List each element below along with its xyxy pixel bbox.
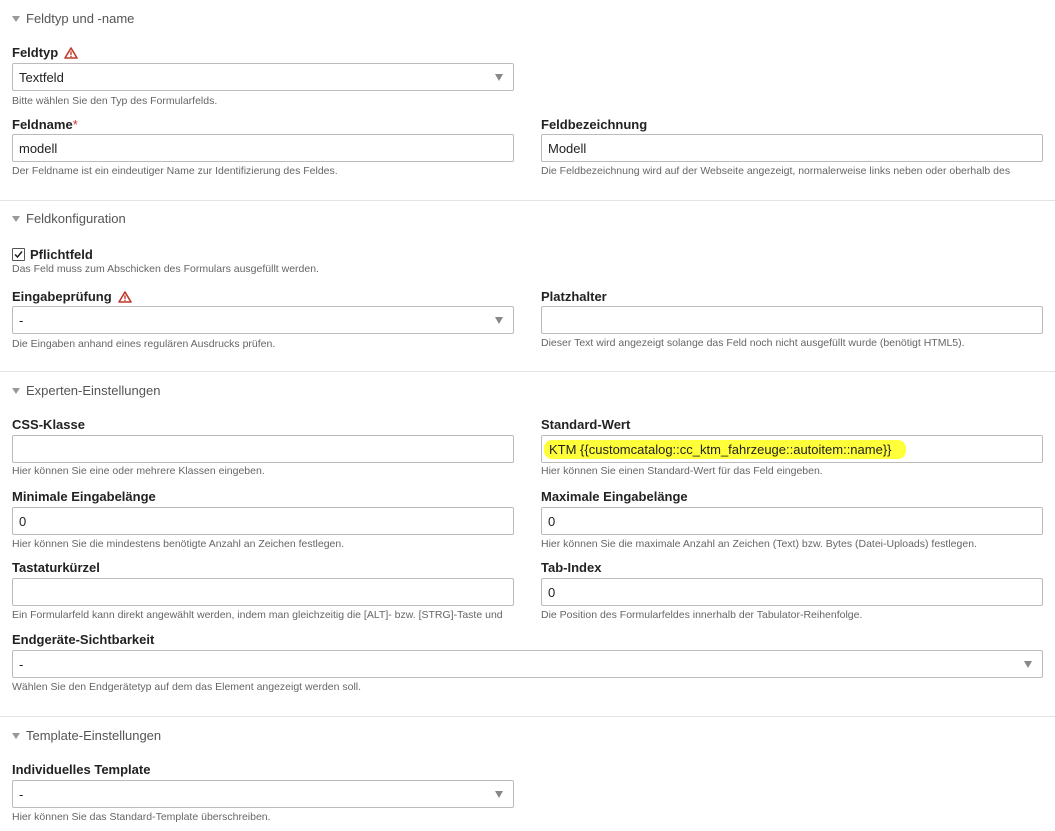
feldname-input[interactable]: modell <box>12 134 514 162</box>
input-value-highlighted: KTM {{customcatalog::cc_ktm_fahrzeuge::a… <box>544 439 906 459</box>
legend-feldkonfiguration[interactable]: Feldkonfiguration <box>11 211 126 226</box>
help-sichtbarkeit: Wählen Sie den Endgerätetyp auf dem das … <box>12 681 362 693</box>
section-title: Feldkonfiguration <box>26 211 126 226</box>
help-min-laenge: Hier können Sie die mindestens benötigte… <box>12 538 345 550</box>
help-eingabepruefung: Die Eingaben anhand eines regulären Ausd… <box>12 338 276 350</box>
warning-triangle-icon <box>64 46 79 59</box>
help-tastaturkuerzel: Ein Formularfeld kann direkt angewählt w… <box>12 609 503 621</box>
select-value: Textfeld <box>19 69 64 85</box>
field-label-feldbezeichnung: Feldbezeichnung <box>541 117 648 132</box>
help-feldbezeichnung: Die Feldbezeichnung wird auf der Webseit… <box>541 165 1011 177</box>
pflichtfeld-checkbox[interactable] <box>12 248 25 261</box>
collapse-arrow-icon <box>12 387 20 394</box>
input-value: Modell <box>548 140 587 156</box>
help-tab-index: Die Position des Formularfeldes innerhal… <box>541 609 863 621</box>
input-value: 0 <box>548 513 556 529</box>
input-value: modell <box>19 140 58 156</box>
warning-triangle-icon <box>117 290 132 303</box>
tastaturkuerzel-input[interactable] <box>12 578 514 606</box>
field-label-feldname: Feldname * <box>12 117 78 132</box>
field-label-tastaturkuerzel: Tastaturkürzel <box>12 560 100 575</box>
field-label-max-laenge: Maximale Eingabelänge <box>541 489 688 504</box>
collapse-arrow-icon <box>12 15 20 22</box>
chevron-down-icon <box>495 316 503 324</box>
chevron-down-icon <box>495 73 503 81</box>
section-divider <box>0 200 1055 201</box>
help-standard-wert: Hier können Sie einen Standard-Wert für … <box>541 465 823 477</box>
max-laenge-input[interactable]: 0 <box>541 507 1043 535</box>
collapse-arrow-icon <box>12 215 20 222</box>
feldbezeichnung-input[interactable]: Modell <box>541 134 1043 162</box>
help-css-klasse: Hier können Sie eine oder mehrere Klasse… <box>12 465 265 477</box>
field-label-tab-index: Tab-Index <box>541 560 602 575</box>
help-feldname: Der Feldname ist ein eindeutiger Name zu… <box>12 165 338 177</box>
legend-experten-einstellungen[interactable]: Experten-Einstellungen <box>11 383 160 398</box>
help-pflichtfeld: Das Feld muss zum Abschicken des Formula… <box>12 263 319 275</box>
help-platzhalter: Dieser Text wird angezeigt solange das F… <box>541 337 965 349</box>
min-laenge-input[interactable]: 0 <box>12 507 514 535</box>
field-label-css-klasse: CSS-Klasse <box>12 417 85 432</box>
eingabepruefung-select[interactable]: - <box>12 306 514 334</box>
help-max-laenge: Hier können Sie die maximale Anzahl an Z… <box>541 538 977 550</box>
checkbox-label: Pflichtfeld <box>30 247 93 262</box>
input-value: 0 <box>548 584 556 600</box>
field-label-standard-wert: Standard-Wert <box>541 417 631 432</box>
select-value: - <box>19 656 24 672</box>
template-select[interactable]: - <box>12 780 514 808</box>
field-label-sichtbarkeit: Endgeräte-Sichtbarkeit <box>12 632 155 647</box>
sichtbarkeit-select[interactable]: - <box>12 650 1043 678</box>
select-value: - <box>19 312 24 328</box>
section-title: Template-Einstellungen <box>26 728 162 743</box>
section-divider <box>0 371 1055 372</box>
field-label-feldtyp: Feldtyp <box>12 45 79 60</box>
help-template: Hier können Sie das Standard-Template üb… <box>12 811 271 823</box>
field-label-eingabepruefung: Eingabeprüfung <box>12 289 132 304</box>
section-divider <box>0 716 1055 717</box>
label-text: Feldname <box>12 117 73 132</box>
legend-feldtyp-und-name[interactable]: Feldtyp und -name <box>11 11 134 26</box>
standard-wert-input[interactable]: KTM {{customcatalog::cc_ktm_fahrzeuge::a… <box>541 435 1043 463</box>
chevron-down-icon <box>1024 660 1032 668</box>
section-title: Experten-Einstellungen <box>26 383 161 398</box>
select-value: - <box>19 786 24 802</box>
field-label-min-laenge: Minimale Eingabelänge <box>12 489 156 504</box>
legend-template-einstellungen[interactable]: Template-Einstellungen <box>11 728 161 743</box>
required-marker: * <box>72 117 78 132</box>
css-klasse-input[interactable] <box>12 435 514 463</box>
label-text: Eingabeprüfung <box>12 289 112 304</box>
input-value: 0 <box>19 513 27 529</box>
field-label-platzhalter: Platzhalter <box>541 289 607 304</box>
help-feldtyp: Bitte wählen Sie den Typ des Formularfel… <box>12 95 218 107</box>
collapse-arrow-icon <box>12 732 20 739</box>
pflichtfeld-checkbox-row[interactable]: Pflichtfeld <box>12 247 93 262</box>
label-text: Feldtyp <box>12 45 59 60</box>
field-label-template: Individuelles Template <box>12 762 151 777</box>
section-title: Feldtyp und -name <box>26 11 135 26</box>
platzhalter-input[interactable] <box>541 306 1043 334</box>
chevron-down-icon <box>495 790 503 798</box>
feldtyp-select[interactable]: Textfeld <box>12 63 514 91</box>
tab-index-input[interactable]: 0 <box>541 578 1043 606</box>
